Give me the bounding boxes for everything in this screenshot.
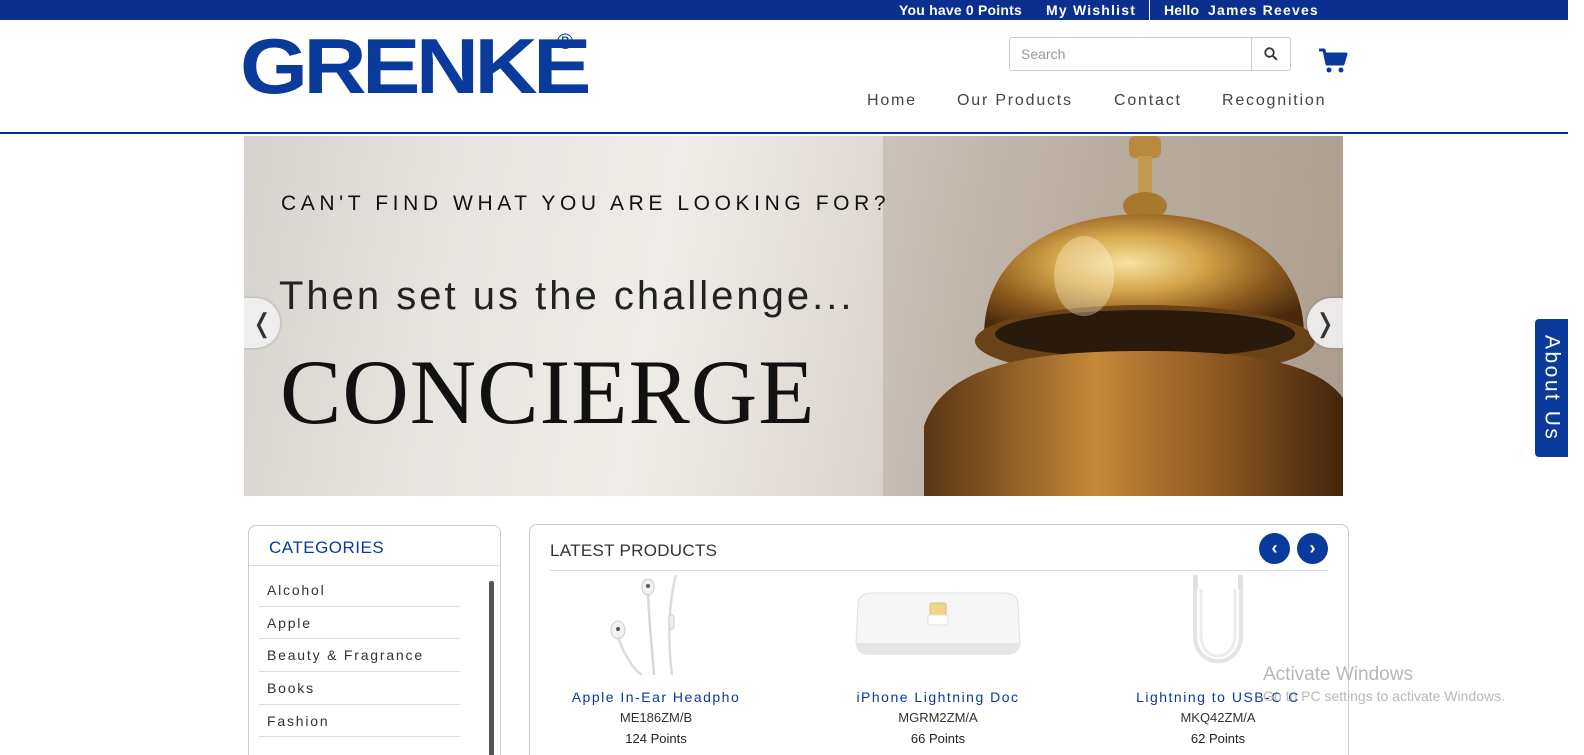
- category-item-fashion[interactable]: Fashion: [259, 705, 460, 738]
- dock-icon: [855, 592, 1021, 655]
- greeting: Hello: [1164, 2, 1200, 18]
- earphones-icon: [610, 575, 678, 675]
- about-us-tab[interactable]: About Us: [1535, 319, 1568, 457]
- categories-scrollbar[interactable]: [489, 581, 494, 755]
- top-bar: You have 0 Points My Wishlist Hello Jame…: [0, 0, 1568, 20]
- banner-subheading: Then set us the challenge...: [279, 274, 855, 318]
- product-card[interactable]: iPhone Lightning Doc MGRM2ZM/A 66 Points: [818, 575, 1058, 746]
- category-item-beauty-fragrance[interactable]: Beauty & Fragrance: [259, 639, 460, 673]
- registered-mark: ®: [557, 29, 574, 54]
- banner-title: CONCIERGE: [280, 341, 816, 443]
- product-name[interactable]: iPhone Lightning Doc: [818, 689, 1058, 705]
- hero-banner: CAN'T FIND WHAT YOU ARE LOOKING FOR? The…: [244, 136, 1343, 496]
- categories-title: CATEGORIES: [269, 538, 385, 557]
- products-prev-button[interactable]: ‹: [1259, 533, 1290, 564]
- brand-logo[interactable]: GRENKE: [240, 26, 591, 106]
- search-icon: [1264, 47, 1278, 61]
- product-code: MKQ42ZM/A: [1180, 710, 1256, 725]
- nav-contact[interactable]: Contact: [1114, 92, 1182, 110]
- product-points: 124 Points: [625, 731, 687, 746]
- nav-home[interactable]: Home: [867, 92, 917, 110]
- watermark-title: Activate Windows: [1263, 664, 1413, 685]
- search-input[interactable]: [1010, 38, 1251, 70]
- category-item-books[interactable]: Books: [259, 672, 460, 705]
- products-next-button[interactable]: ›: [1297, 533, 1328, 564]
- category-item-apple[interactable]: Apple: [259, 607, 460, 640]
- product-code: MGRM2ZM/A: [898, 710, 978, 725]
- category-item-alcohol[interactable]: Alcohol: [259, 574, 460, 607]
- categories-list: Alcohol Apple Beauty & Fragrance Books F…: [259, 574, 460, 738]
- product-points: 66 Points: [910, 731, 966, 746]
- cart-icon[interactable]: [1318, 46, 1348, 74]
- site-header: GRENKE ® Home Our Products Contact Recog…: [0, 20, 1568, 134]
- cable-icon: [1193, 575, 1243, 664]
- product-code: ME186ZM/B: [619, 710, 693, 725]
- banner-prev-button[interactable]: ❬: [244, 298, 280, 348]
- product-card[interactable]: Lightning to USB-C C MKQ42ZM/A 62 Points: [1098, 575, 1338, 746]
- service-bell-image: [924, 136, 1343, 496]
- categories-panel: CATEGORIES Alcohol Apple Beauty & Fragra…: [248, 525, 501, 755]
- product-card[interactable]: Apple In-Ear Headpho ME186ZM/B 124 Point…: [536, 575, 776, 746]
- wishlist-link[interactable]: My Wishlist: [1046, 2, 1136, 18]
- search-box: [1009, 37, 1291, 71]
- divider: [1149, 0, 1150, 20]
- watermark-subtitle: Go to PC settings to activate Windows.: [1263, 688, 1505, 704]
- product-name[interactable]: Apple In-Ear Headpho: [536, 689, 776, 705]
- search-button[interactable]: [1251, 38, 1290, 70]
- banner-heading: CAN'T FIND WHAT YOU ARE LOOKING FOR?: [281, 192, 891, 215]
- latest-products-title: LATEST PRODUCTS: [550, 541, 718, 560]
- nav-our-products[interactable]: Our Products: [957, 92, 1073, 110]
- product-points: 62 Points: [1190, 731, 1246, 746]
- nav-recognition[interactable]: Recognition: [1222, 92, 1326, 110]
- activation-watermark: Activate Windows Go to PC settings to ac…: [1263, 664, 1505, 704]
- points-balance: You have 0 Points: [899, 2, 1022, 18]
- about-us-label: About Us: [1540, 334, 1564, 442]
- latest-products-panel: LATEST PRODUCTS ‹ › Apple In-Ear Headpho…: [529, 524, 1349, 755]
- user-name-link[interactable]: James Reeves: [1208, 2, 1319, 18]
